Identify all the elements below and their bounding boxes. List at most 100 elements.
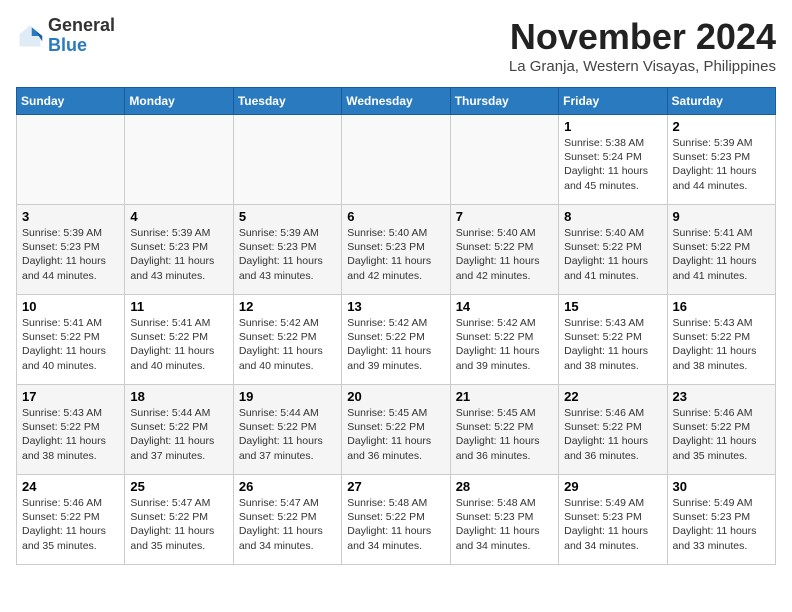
day-number: 19 <box>239 389 336 404</box>
calendar-cell: 7 Sunrise: 5:40 AM Sunset: 5:22 PM Daylig… <box>450 205 558 295</box>
calendar-week-3: 10Sunrise: 5:41 AM Sunset: 5:22 PM Dayli… <box>17 295 776 385</box>
calendar-cell: 16Sunrise: 5:43 AM Sunset: 5:22 PM Dayli… <box>667 295 775 385</box>
day-info: Sunrise: 5:42 AM Sunset: 5:22 PM Dayligh… <box>239 316 336 373</box>
day-info: Sunrise: 5:46 AM Sunset: 5:22 PM Dayligh… <box>673 406 770 463</box>
calendar-cell: 14 Sunrise: 5:42 AM Sunset: 5:22 PM Dayli… <box>450 295 558 385</box>
calendar-week-2: 3Sunrise: 5:39 AM Sunset: 5:23 PM Daylig… <box>17 205 776 295</box>
calendar-week-5: 24 Sunrise: 5:46 AM Sunset: 5:22 PM Dayli… <box>17 475 776 565</box>
day-info: Sunrise: 5:46 AM Sunset: 5:22 PM Dayligh… <box>22 496 119 553</box>
title-area: November 2024 La Granja, Western Visayas… <box>509 16 776 75</box>
calendar-cell: 13 Sunrise: 5:42 AM Sunset: 5:22 PM Dayli… <box>342 295 450 385</box>
calendar-cell: 15 Sunrise: 5:43 AM Sunset: 5:22 PM Dayli… <box>559 295 667 385</box>
day-info: Sunrise: 5:42 AM Sunset: 5:22 PM Dayligh… <box>347 316 444 373</box>
day-number: 4 <box>130 209 227 224</box>
day-info: Sunrise: 5:41 AM Sunset: 5:22 PM Dayligh… <box>673 226 770 283</box>
day-info: Sunrise: 5:39 AM Sunset: 5:23 PM Dayligh… <box>673 136 770 193</box>
day-info: Sunrise: 5:43 AM Sunset: 5:22 PM Dayligh… <box>564 316 661 373</box>
weekday-header-sunday: Sunday <box>17 88 125 115</box>
day-info: Sunrise: 5:48 AM Sunset: 5:23 PM Dayligh… <box>456 496 553 553</box>
calendar-cell: 4 Sunrise: 5:39 AM Sunset: 5:23 PM Daylig… <box>125 205 233 295</box>
calendar-cell <box>342 115 450 205</box>
day-info: Sunrise: 5:43 AM Sunset: 5:22 PM Dayligh… <box>673 316 770 373</box>
day-number: 7 <box>456 209 553 224</box>
calendar-cell: 3Sunrise: 5:39 AM Sunset: 5:23 PM Daylig… <box>17 205 125 295</box>
day-info: Sunrise: 5:42 AM Sunset: 5:22 PM Dayligh… <box>456 316 553 373</box>
calendar-cell: 8 Sunrise: 5:40 AM Sunset: 5:22 PM Daylig… <box>559 205 667 295</box>
day-number: 8 <box>564 209 661 224</box>
logo-icon <box>16 22 44 50</box>
day-info: Sunrise: 5:40 AM Sunset: 5:22 PM Dayligh… <box>564 226 661 283</box>
day-number: 28 <box>456 479 553 494</box>
day-number: 27 <box>347 479 444 494</box>
weekday-header-row: SundayMondayTuesdayWednesdayThursdayFrid… <box>17 88 776 115</box>
calendar-header: SundayMondayTuesdayWednesdayThursdayFrid… <box>17 88 776 115</box>
calendar-cell: 11 Sunrise: 5:41 AM Sunset: 5:22 PM Dayli… <box>125 295 233 385</box>
day-info: Sunrise: 5:39 AM Sunset: 5:23 PM Dayligh… <box>130 226 227 283</box>
calendar-cell: 2 Sunrise: 5:39 AM Sunset: 5:23 PM Daylig… <box>667 115 775 205</box>
logo-general-text: General <box>48 16 115 36</box>
calendar-cell: 26 Sunrise: 5:47 AM Sunset: 5:22 PM Dayli… <box>233 475 341 565</box>
calendar-cell: 30Sunrise: 5:49 AM Sunset: 5:23 PM Dayli… <box>667 475 775 565</box>
logo-text: General Blue <box>48 16 115 56</box>
day-number: 14 <box>456 299 553 314</box>
day-number: 29 <box>564 479 661 494</box>
calendar-week-1: 1 Sunrise: 5:38 AM Sunset: 5:24 PM Daylig… <box>17 115 776 205</box>
location-subtitle: La Granja, Western Visayas, Philippines <box>509 58 776 75</box>
day-number: 9 <box>673 209 770 224</box>
day-info: Sunrise: 5:43 AM Sunset: 5:22 PM Dayligh… <box>22 406 119 463</box>
day-number: 11 <box>130 299 227 314</box>
calendar-cell: 19 Sunrise: 5:44 AM Sunset: 5:22 PM Dayli… <box>233 385 341 475</box>
calendar-cell: 27Sunrise: 5:48 AM Sunset: 5:22 PM Dayli… <box>342 475 450 565</box>
day-info: Sunrise: 5:38 AM Sunset: 5:24 PM Dayligh… <box>564 136 661 193</box>
weekday-header-wednesday: Wednesday <box>342 88 450 115</box>
calendar-cell <box>125 115 233 205</box>
calendar-cell: 17Sunrise: 5:43 AM Sunset: 5:22 PM Dayli… <box>17 385 125 475</box>
calendar-cell: 9 Sunrise: 5:41 AM Sunset: 5:22 PM Daylig… <box>667 205 775 295</box>
header: General Blue November 2024 La Granja, We… <box>16 16 776 75</box>
calendar-cell: 5Sunrise: 5:39 AM Sunset: 5:23 PM Daylig… <box>233 205 341 295</box>
day-number: 1 <box>564 119 661 134</box>
logo-blue-text: Blue <box>48 36 115 56</box>
day-info: Sunrise: 5:40 AM Sunset: 5:22 PM Dayligh… <box>456 226 553 283</box>
weekday-header-monday: Monday <box>125 88 233 115</box>
calendar-cell <box>17 115 125 205</box>
day-info: Sunrise: 5:39 AM Sunset: 5:23 PM Dayligh… <box>239 226 336 283</box>
day-number: 26 <box>239 479 336 494</box>
day-number: 13 <box>347 299 444 314</box>
day-info: Sunrise: 5:41 AM Sunset: 5:22 PM Dayligh… <box>22 316 119 373</box>
calendar-cell <box>450 115 558 205</box>
day-info: Sunrise: 5:47 AM Sunset: 5:22 PM Dayligh… <box>239 496 336 553</box>
logo: General Blue <box>16 16 115 56</box>
day-number: 21 <box>456 389 553 404</box>
day-number: 15 <box>564 299 661 314</box>
day-info: Sunrise: 5:41 AM Sunset: 5:22 PM Dayligh… <box>130 316 227 373</box>
calendar-cell: 1 Sunrise: 5:38 AM Sunset: 5:24 PM Daylig… <box>559 115 667 205</box>
day-number: 20 <box>347 389 444 404</box>
calendar-cell <box>233 115 341 205</box>
calendar-cell: 18 Sunrise: 5:44 AM Sunset: 5:22 PM Dayli… <box>125 385 233 475</box>
calendar-cell: 10Sunrise: 5:41 AM Sunset: 5:22 PM Dayli… <box>17 295 125 385</box>
day-number: 2 <box>673 119 770 134</box>
day-number: 24 <box>22 479 119 494</box>
day-info: Sunrise: 5:39 AM Sunset: 5:23 PM Dayligh… <box>22 226 119 283</box>
day-number: 6 <box>347 209 444 224</box>
day-info: Sunrise: 5:45 AM Sunset: 5:22 PM Dayligh… <box>347 406 444 463</box>
day-info: Sunrise: 5:40 AM Sunset: 5:23 PM Dayligh… <box>347 226 444 283</box>
calendar-body: 1 Sunrise: 5:38 AM Sunset: 5:24 PM Daylig… <box>17 115 776 565</box>
weekday-header-friday: Friday <box>559 88 667 115</box>
weekday-header-saturday: Saturday <box>667 88 775 115</box>
day-number: 23 <box>673 389 770 404</box>
calendar-cell: 20 Sunrise: 5:45 AM Sunset: 5:22 PM Dayli… <box>342 385 450 475</box>
calendar-cell: 6 Sunrise: 5:40 AM Sunset: 5:23 PM Daylig… <box>342 205 450 295</box>
weekday-header-tuesday: Tuesday <box>233 88 341 115</box>
day-info: Sunrise: 5:46 AM Sunset: 5:22 PM Dayligh… <box>564 406 661 463</box>
weekday-header-thursday: Thursday <box>450 88 558 115</box>
day-info: Sunrise: 5:44 AM Sunset: 5:22 PM Dayligh… <box>239 406 336 463</box>
calendar-cell: 12Sunrise: 5:42 AM Sunset: 5:22 PM Dayli… <box>233 295 341 385</box>
day-number: 18 <box>130 389 227 404</box>
day-info: Sunrise: 5:44 AM Sunset: 5:22 PM Dayligh… <box>130 406 227 463</box>
day-info: Sunrise: 5:45 AM Sunset: 5:22 PM Dayligh… <box>456 406 553 463</box>
calendar-week-4: 17Sunrise: 5:43 AM Sunset: 5:22 PM Dayli… <box>17 385 776 475</box>
calendar-cell: 21 Sunrise: 5:45 AM Sunset: 5:22 PM Dayli… <box>450 385 558 475</box>
day-info: Sunrise: 5:49 AM Sunset: 5:23 PM Dayligh… <box>673 496 770 553</box>
